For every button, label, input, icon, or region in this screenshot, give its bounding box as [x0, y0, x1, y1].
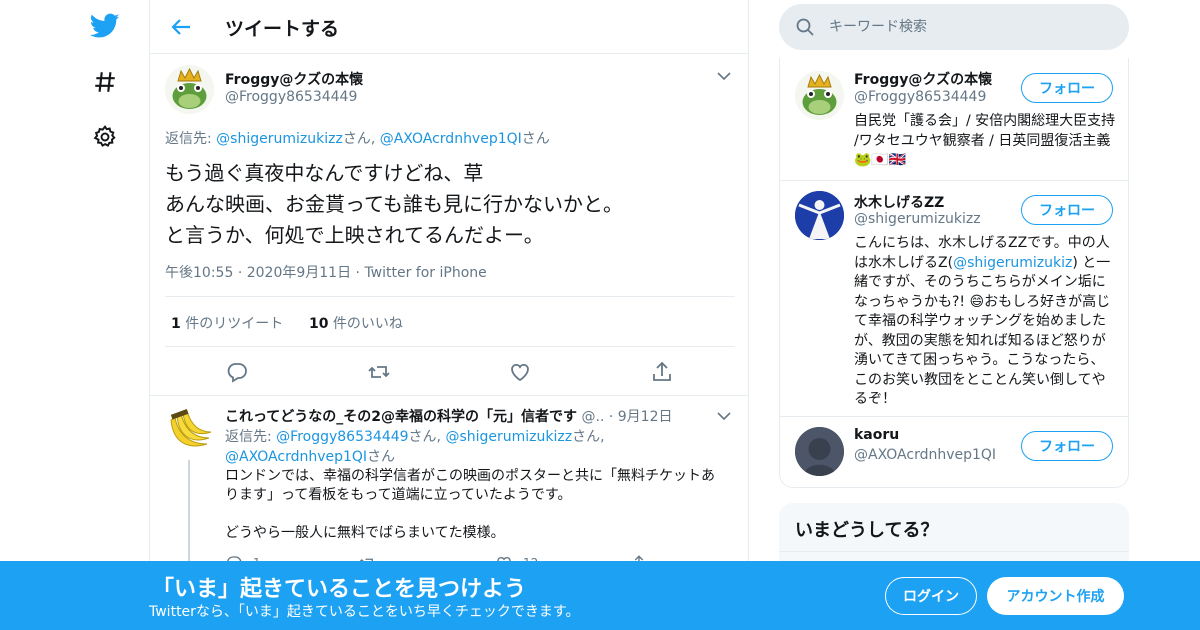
search-box	[779, 4, 1129, 50]
chevron-down-icon[interactable]	[716, 68, 732, 84]
separator-comma: ,	[370, 131, 380, 147]
reply-to-user-link[interactable]: @shigerumizukizz	[445, 429, 572, 445]
reply-to-label: 返信先:	[225, 429, 277, 445]
heart-icon[interactable]	[508, 360, 532, 384]
banner-subtitle: Twitterなら、「いま」起きていることをいち早くチェックできます。	[149, 604, 580, 620]
trends-title: いまどうしてる？	[795, 520, 939, 541]
banner-title: 「いま」起きていることを見つけよう	[152, 577, 527, 602]
meta-dot: ·	[355, 265, 360, 281]
reply-to-user-link[interactable]: @Froggy86534449	[276, 429, 408, 445]
tweet-date[interactable]: 2020年9月11日	[247, 265, 351, 281]
author-name[interactable]: これってどうなの_その2@幸福の科学の「元」信者です	[225, 409, 577, 425]
user-handle[interactable]: @AXOAcrdnhvep1QI	[854, 447, 996, 463]
tweet-meta: 午後10:55 · 2020年9月11日 · Twitter for iPhon…	[165, 262, 487, 282]
reply-to-label: 返信先:	[165, 131, 217, 147]
related-user[interactable]: Froggy@クズの本懐 @Froggy86534449 フォロー 自民党「護る…	[780, 58, 1128, 181]
search-input[interactable]	[829, 12, 1109, 42]
user-name[interactable]: kaoru	[854, 427, 899, 443]
related-users: Froggy@クズの本懐 @Froggy86534449 フォロー 自民党「護る…	[779, 58, 1129, 488]
search-icon	[795, 17, 815, 37]
tweet-text: もう過ぐ真夜中なんですけどね、草 あんな映画、お金貰っても誰も見に行かないかと。…	[165, 161, 623, 247]
thread-line	[188, 460, 190, 570]
twitter-logo-icon[interactable]	[86, 7, 124, 45]
divider	[779, 551, 1129, 552]
follow-button[interactable]: フォロー	[1021, 73, 1113, 103]
back-arrow-icon[interactable]	[168, 14, 194, 40]
reply-to-user-link[interactable]: @shigerumizukizz	[216, 131, 343, 147]
page-title: ツイートする	[225, 18, 340, 40]
likes-label: 件のいいね	[328, 316, 403, 332]
explore-hashtag-icon[interactable]	[86, 63, 124, 101]
tweet-time[interactable]: 午後10:55	[165, 265, 233, 281]
san-suffix: さん	[367, 449, 396, 465]
reply-to-user-link[interactable]: @AXOAcrdnhvep1QI	[380, 131, 522, 147]
avatar[interactable]	[795, 71, 844, 120]
settings-gear-icon[interactable]	[86, 118, 124, 156]
page: ツイートする Froggy@クズの本懐 @Froggy86534449 返信先:…	[0, 0, 1200, 630]
san-suffix: さん	[408, 429, 437, 445]
related-user[interactable]: kaoru @AXOAcrdnhvep1QI フォロー	[780, 417, 1128, 487]
main-header: ツイートする	[150, 0, 748, 54]
avatar[interactable]	[795, 191, 844, 240]
reply-to-line: 返信先: @Froggy86534449さん, @shigerumizukizz…	[225, 427, 625, 467]
separator-comma: ,	[600, 429, 605, 445]
login-button[interactable]: ログイン	[885, 577, 977, 615]
author-handle[interactable]: @..	[582, 409, 605, 425]
retweets-count: 1	[171, 316, 181, 332]
reply-icon[interactable]	[225, 360, 249, 384]
user-handle[interactable]: @shigerumizukizz	[854, 211, 981, 227]
related-user[interactable]: 水木しげるZZ @shigerumizukizz フォロー こんにちは、水木しげ…	[780, 181, 1128, 417]
reply-to-line: 返信先: @shigerumizukizzさん, @AXOAcrdnhvep1Q…	[165, 128, 550, 148]
tweet-actions	[150, 356, 748, 392]
retweets-label: 件のリツイート	[180, 316, 284, 332]
likes-stat[interactable]: 10 件のいいね	[309, 313, 403, 333]
user-bio: 自民党「護る会」/ 安倍内閣総理大臣支持 /ワタセユウヤ観察者 / 日英同盟復活…	[854, 113, 1116, 168]
left-nav	[80, 0, 130, 630]
author-handle[interactable]: @Froggy86534449	[225, 89, 357, 105]
main-column: ツイートする Froggy@クズの本懐 @Froggy86534449 返信先:…	[149, 0, 749, 630]
reply-header: これってどうなの_その2@幸福の科学の「元」信者です @.. · 9月12日	[225, 406, 672, 426]
tweet-date[interactable]: · 9月12日	[609, 409, 673, 425]
author-name[interactable]: Froggy@クズの本懐	[225, 69, 363, 89]
user-name[interactable]: Froggy@クズの本懐	[854, 69, 992, 89]
signup-banner: 「いま」起きていることを見つけよう Twitterなら、「いま」起きていることを…	[0, 561, 1200, 630]
user-name[interactable]: 水木しげるZZ	[854, 192, 944, 212]
signup-button[interactable]: アカウント作成	[987, 577, 1124, 615]
likes-count: 10	[309, 316, 329, 332]
avatar[interactable]	[165, 406, 214, 455]
follow-button[interactable]: フォロー	[1021, 431, 1113, 461]
follow-button[interactable]: フォロー	[1021, 195, 1113, 225]
tweet-text: ロンドンでは、幸福の科学信者がこの映画のポスターと共に「無料チケットあります」っ…	[225, 468, 715, 541]
reply-to-user-link[interactable]: @AXOAcrdnhvep1QI	[225, 449, 367, 465]
san-suffix: さん	[521, 131, 550, 147]
san-suffix: さん	[342, 131, 371, 147]
san-suffix: さん	[572, 429, 601, 445]
bio-text: ) と一緒ですが、そのうちこちらがメイン垢になっちゃうかも?! 😄おもしろ好きが…	[854, 254, 1111, 408]
meta-dot: ·	[237, 265, 243, 281]
share-icon[interactable]	[650, 360, 674, 384]
chevron-down-icon[interactable]	[716, 408, 732, 424]
retweet-icon[interactable]	[367, 360, 391, 384]
user-bio: こんにちは、水木しげるZZです。中の人は水木しげるZ(@shigerumizuk…	[854, 234, 1116, 410]
retweets-stat[interactable]: 1 件のリツイート	[171, 313, 283, 333]
tweet-source[interactable]: Twitter for iPhone	[364, 265, 486, 281]
avatar[interactable]	[795, 427, 844, 476]
avatar[interactable]	[165, 65, 214, 114]
user-handle[interactable]: @Froggy86534449	[854, 89, 986, 105]
tweet-stats: 1 件のリツイート 10 件のいいね	[165, 296, 735, 347]
bio-mention-link[interactable]: @shigerumizukiz	[953, 255, 1072, 271]
